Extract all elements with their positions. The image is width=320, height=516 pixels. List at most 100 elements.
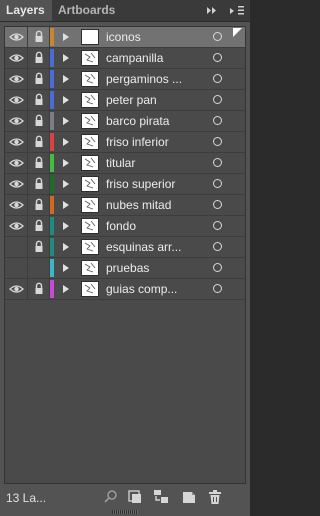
visibility-toggle[interactable] [5,216,28,236]
panel-menu-icon[interactable] [224,0,246,21]
layer-name[interactable]: iconos [106,27,141,47]
layer-name[interactable]: pruebas [106,258,149,278]
layer-row[interactable]: guias comp... [5,279,245,300]
layers-list[interactable]: iconos campanilla pergaminos ... peter pan b… [4,26,246,484]
layer-thumbnail [81,113,99,129]
layers-panel: Layers Artboards iconos campanilla pergami… [0,0,250,516]
target-circle-icon[interactable] [213,137,222,146]
lock-toggle[interactable] [28,132,50,152]
visibility-toggle[interactable] [5,174,28,194]
target-circle-icon[interactable] [213,263,222,272]
layer-row[interactable]: iconos [5,27,245,48]
layer-name[interactable]: pergaminos ... [106,69,182,89]
layer-color-swatch [50,259,54,277]
expand-arrow-icon[interactable] [63,96,69,104]
visibility-toggle[interactable] [5,111,28,131]
layer-name[interactable]: titular [106,153,135,173]
visibility-toggle[interactable] [5,195,28,215]
visibility-toggle[interactable] [5,48,28,68]
layer-row[interactable]: barco pirata [5,111,245,132]
layer-row[interactable]: nubes mitad [5,195,245,216]
layer-color-swatch [50,154,54,172]
expand-arrow-icon[interactable] [63,222,69,230]
tab-artboards[interactable]: Artboards [52,0,120,21]
lock-toggle[interactable] [28,48,50,68]
expand-arrow-icon[interactable] [63,243,69,251]
layer-color-swatch [50,49,54,67]
lock-toggle[interactable] [28,90,50,110]
visibility-toggle[interactable] [5,132,28,152]
layer-row[interactable]: titular [5,153,245,174]
target-circle-icon[interactable] [213,284,222,293]
layer-row[interactable]: fondo [5,216,245,237]
layer-row[interactable]: pruebas [5,258,245,279]
layer-name[interactable]: peter pan [106,90,157,110]
layer-name[interactable]: friso inferior [106,132,169,152]
lock-toggle[interactable] [28,27,50,47]
delete-layer-icon[interactable] [206,488,224,506]
target-circle-icon[interactable] [213,116,222,125]
layer-row[interactable]: friso superior [5,174,245,195]
lock-toggle[interactable] [28,258,50,278]
visibility-toggle[interactable] [5,279,28,299]
lock-toggle[interactable] [28,279,50,299]
layer-name[interactable]: nubes mitad [106,195,171,215]
collapse-panel-icon[interactable] [204,0,220,21]
layer-thumbnail [81,218,99,234]
target-circle-icon[interactable] [213,53,222,62]
lock-toggle[interactable] [28,153,50,173]
resize-grip[interactable] [112,510,138,514]
expand-arrow-icon[interactable] [63,54,69,62]
lock-icon [28,282,50,303]
target-circle-icon[interactable] [213,158,222,167]
lock-toggle[interactable] [28,69,50,89]
layer-color-swatch [50,133,54,151]
expand-arrow-icon[interactable] [63,201,69,209]
visibility-toggle[interactable] [5,90,28,110]
panel-tab-bar: Layers Artboards [0,0,250,22]
layer-name[interactable]: friso superior [106,174,175,194]
target-circle-icon[interactable] [213,95,222,104]
expand-arrow-icon[interactable] [63,75,69,83]
create-new-layer-icon[interactable] [180,488,198,506]
lock-toggle[interactable] [28,216,50,236]
expand-arrow-icon[interactable] [63,180,69,188]
layer-row[interactable]: esquinas arr... [5,237,245,258]
target-circle-icon[interactable] [213,74,222,83]
locate-object-icon[interactable] [102,488,120,506]
lock-toggle[interactable] [28,237,50,257]
visibility-toggle[interactable] [5,69,28,89]
target-circle-icon[interactable] [213,32,222,41]
layer-color-swatch [50,196,54,214]
layer-row[interactable]: pergaminos ... [5,69,245,90]
create-sublayer-icon[interactable] [152,488,170,506]
expand-arrow-icon[interactable] [63,159,69,167]
expand-arrow-icon[interactable] [63,264,69,272]
visibility-toggle[interactable] [5,258,28,278]
expand-arrow-icon[interactable] [63,117,69,125]
target-circle-icon[interactable] [213,200,222,209]
lock-toggle[interactable] [28,111,50,131]
visibility-toggle[interactable] [5,237,28,257]
expand-arrow-icon[interactable] [63,138,69,146]
target-circle-icon[interactable] [213,221,222,230]
expand-arrow-icon[interactable] [63,285,69,293]
layer-thumbnail [81,197,99,213]
expand-arrow-icon[interactable] [63,33,69,41]
target-circle-icon[interactable] [213,242,222,251]
target-circle-icon[interactable] [213,179,222,188]
lock-toggle[interactable] [28,174,50,194]
visibility-toggle[interactable] [5,153,28,173]
tab-layers[interactable]: Layers [0,0,52,21]
visibility-toggle[interactable] [5,27,28,47]
layer-name[interactable]: esquinas arr... [106,237,181,257]
layer-row[interactable]: friso inferior [5,132,245,153]
layer-row[interactable]: peter pan [5,90,245,111]
make-clipping-mask-icon[interactable] [126,488,144,506]
lock-toggle[interactable] [28,195,50,215]
layer-name[interactable]: fondo [106,216,136,236]
layer-name[interactable]: campanilla [106,48,163,68]
layer-name[interactable]: barco pirata [106,111,169,131]
layer-row[interactable]: campanilla [5,48,245,69]
layer-name[interactable]: guias comp... [106,279,177,299]
